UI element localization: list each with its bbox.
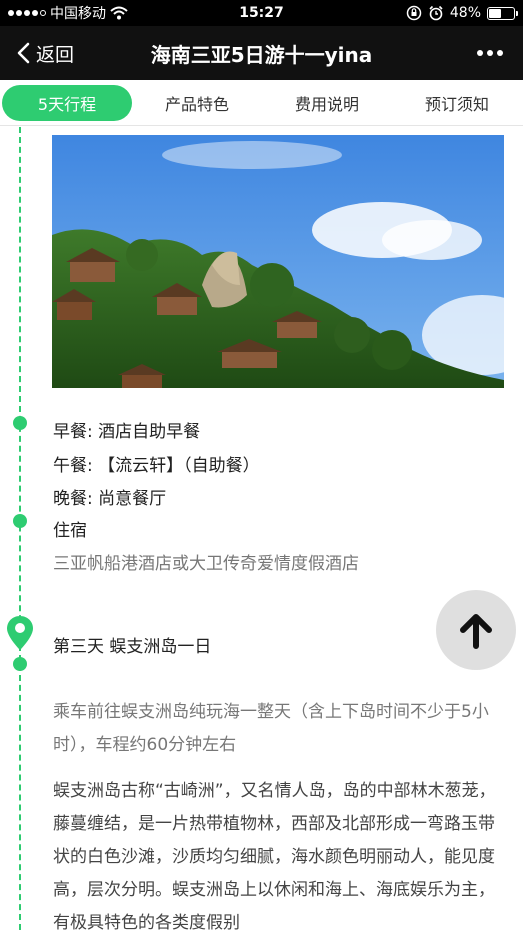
battery-percent: 48%: [449, 5, 481, 21]
timeline-dot: [13, 514, 27, 528]
status-bar: 中国移动 15:27 48%: [0, 0, 523, 26]
tab-booking-notes[interactable]: 预订须知: [392, 85, 522, 121]
scroll-to-top-button[interactable]: [436, 590, 516, 670]
arrow-up-icon: [460, 614, 492, 649]
more-dots-icon[interactable]: [477, 50, 523, 56]
day-description-text: 蜈支洲岛古称“古崎洲”，又名情人岛，岛的中部林木葱茏，藤蔓缠结，是一片热带植物林…: [53, 781, 496, 930]
tab-bar: 5天行程 产品特色 费用说明 预订须知: [0, 80, 523, 126]
location-pin-icon: [7, 616, 33, 650]
meal-dinner: 晚餐: 尚意餐厅: [53, 489, 167, 509]
day-title: 第三天 蜈支洲岛一日: [53, 637, 212, 657]
day-intro-text: 乘车前往蜈支洲岛纯玩海一整天（含上下岛时间不少于5小时），车程约60分钟左右: [53, 702, 489, 755]
chevron-left-icon: [17, 42, 30, 64]
tab-itinerary[interactable]: 5天行程: [2, 84, 132, 121]
timeline-line: [19, 127, 21, 930]
orientation-lock-icon: [406, 5, 422, 21]
alarm-icon: [429, 5, 443, 21]
battery-icon: [487, 6, 518, 20]
lodging-label: 住宿: [53, 521, 87, 541]
tab-fees[interactable]: 费用说明: [262, 85, 392, 121]
signal-dots-icon: [8, 10, 46, 16]
back-button[interactable]: 返回: [0, 26, 74, 80]
meal-breakfast: 早餐: 酒店自助早餐: [53, 422, 201, 442]
island-photo: [52, 135, 504, 388]
timeline-dot: [13, 657, 27, 671]
tab-features[interactable]: 产品特色: [132, 85, 262, 121]
carrier-label: 中国移动: [50, 6, 106, 22]
itinerary-content[interactable]: 早餐: 酒店自助早餐 午餐: 【流云轩】（自助餐） 晚餐: 尚意餐厅 住宿 三亚…: [0, 127, 523, 930]
back-label: 返回: [36, 43, 75, 66]
page-title: 海南三亚5日游十一yina: [150, 42, 373, 67]
lodging-hotel: 三亚帆船港酒店或大卫传奇爱情度假酒店: [53, 554, 359, 574]
meal-lunch: 午餐: 【流云轩】（自助餐）: [53, 456, 260, 476]
timeline-dot: [13, 416, 27, 430]
wifi-icon: [110, 6, 128, 20]
navigation-bar: 返回 海南三亚5日游十一yina: [0, 26, 523, 80]
